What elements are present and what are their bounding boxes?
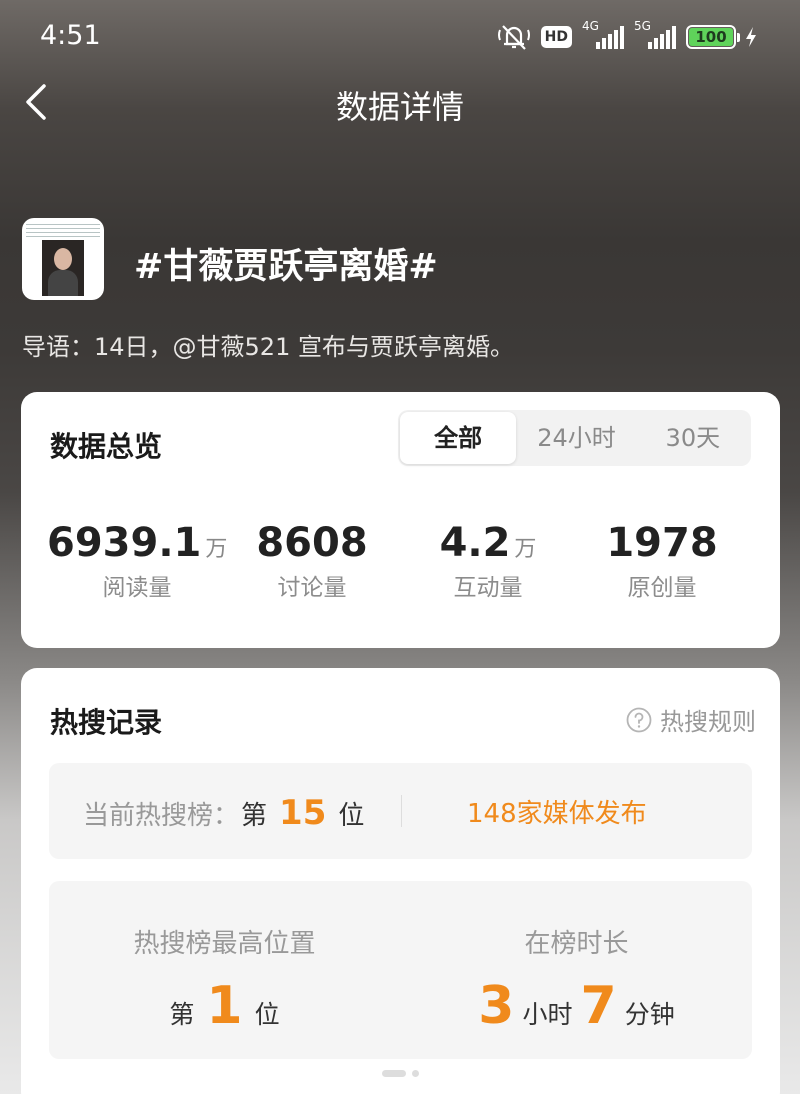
hot-record-title: 热搜记录 <box>50 706 163 739</box>
current-rank-number: 15 <box>279 793 327 833</box>
topic-intro: 导语：14日，@甘薇521 宣布与贾跃亭离婚。 <box>22 333 514 361</box>
current-rank-box: 当前热搜榜： 第 15 位 148家媒体发布 <box>49 763 752 859</box>
overview-card: 数据总览 全部 24小时 30天 6939.1 万 阅读量 8608 讨论量 4.… <box>21 392 780 648</box>
hot-record-card: 热搜记录 热搜规则 当前热搜榜： 第 15 位 148家媒体发布 热搜榜最高位置… <box>21 668 780 1094</box>
duration-minutes-unit: 分钟 <box>624 1000 675 1029</box>
stat-value: 1978 <box>606 520 718 566</box>
duration-minutes: 7 <box>580 976 617 1036</box>
stats-row: 6939.1 万 阅读量 8608 讨论量 4.2 万 互动量 1978 原创量 <box>21 520 780 610</box>
hot-rules-label: 热搜规则 <box>660 708 756 736</box>
highest-rank-wei: 位 <box>254 1000 280 1029</box>
nav-bar: 数据详情 <box>0 76 800 132</box>
highest-rank-label: 热搜榜最高位置 <box>133 929 316 959</box>
signal-5g-icon: 5G <box>634 19 676 49</box>
stat-value: 4.2 <box>439 520 511 566</box>
media-count-link[interactable]: 148家媒体发布 <box>467 793 647 830</box>
page-indicator <box>21 1070 780 1077</box>
record-stats-box: 热搜榜最高位置 第 1 位 在榜时长 3 小时 7 分钟 <box>49 881 752 1059</box>
tab-30d[interactable]: 30天 <box>635 410 751 466</box>
page-title: 数据详情 <box>335 88 464 126</box>
time-range-tabs: 全部 24小时 30天 <box>398 410 751 466</box>
battery-icon: 100 <box>686 25 758 49</box>
stat-value: 8608 <box>256 520 368 566</box>
signal-4g-icon: 4G <box>582 19 624 49</box>
stat-label: 原创量 <box>627 575 697 601</box>
topic-title: #甘薇贾跃亭离婚# <box>134 247 438 287</box>
status-bar: 4:51 HD 4G 5G 100 <box>0 0 800 76</box>
question-circle-icon <box>626 707 652 732</box>
stat-reads: 6939.1 万 阅读量 <box>47 520 227 602</box>
highest-rank-di: 第 <box>169 1000 195 1029</box>
duration-hours: 3 <box>478 976 515 1036</box>
charging-bolt-icon <box>746 27 756 47</box>
duration-label: 在榜时长 <box>524 929 629 959</box>
page-dot <box>412 1070 419 1077</box>
network-4g-label: 4G <box>582 19 599 33</box>
page-dot-active <box>382 1070 406 1077</box>
status-icons: HD 4G 5G 100 <box>497 19 758 52</box>
mute-notification-icon <box>497 25 530 50</box>
status-time: 4:51 <box>40 20 101 51</box>
stat-label: 讨论量 <box>277 575 347 601</box>
topic-thumbnail[interactable] <box>22 218 104 300</box>
current-rank-di: 第 <box>241 801 268 831</box>
topic-header: #甘薇贾跃亭离婚# <box>22 218 782 300</box>
network-5g-label: 5G <box>634 19 651 33</box>
stat-label: 互动量 <box>453 575 523 601</box>
stat-originals: 1978 原创量 <box>572 520 752 602</box>
stat-discussions: 8608 讨论量 <box>222 520 402 602</box>
overview-title: 数据总览 <box>50 430 163 463</box>
hd-badge: HD <box>540 26 572 48</box>
tab-24h[interactable]: 24小时 <box>518 410 634 466</box>
divider <box>401 795 402 827</box>
battery-level: 100 <box>689 28 733 46</box>
current-rank: 当前热搜榜： 第 15 位 <box>83 793 364 833</box>
current-rank-prefix: 当前热搜榜： <box>83 801 240 831</box>
hot-rules-link[interactable]: 热搜规则 <box>626 702 756 737</box>
stat-unit: 万 <box>514 537 537 562</box>
tab-all[interactable]: 全部 <box>400 412 517 464</box>
current-rank-wei: 位 <box>338 801 365 831</box>
stat-interactions: 4.2 万 互动量 <box>398 520 578 602</box>
stat-value: 6939.1 <box>47 520 202 566</box>
highest-rank-number: 1 <box>206 976 243 1036</box>
stat-label: 阅读量 <box>102 575 172 601</box>
duration-hours-unit: 小时 <box>522 1000 573 1029</box>
highest-rank: 热搜榜最高位置 第 1 位 <box>49 881 400 1036</box>
on-list-duration: 在榜时长 3 小时 7 分钟 <box>401 881 752 1036</box>
